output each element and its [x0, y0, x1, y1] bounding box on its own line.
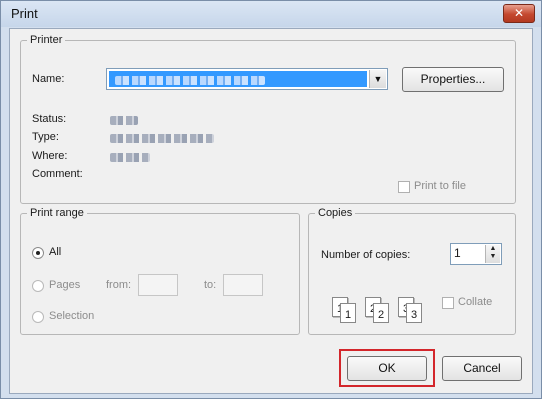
properties-button[interactable]: Properties... — [402, 67, 504, 92]
number-of-copies-value: 1 — [454, 246, 461, 260]
ok-button[interactable]: OK — [347, 356, 427, 381]
from-label: from: — [106, 279, 132, 291]
comment-label: Comment: — [32, 168, 83, 180]
to-page-input[interactable] — [223, 274, 263, 296]
selection-radio[interactable] — [32, 311, 44, 323]
cancel-button[interactable]: Cancel — [442, 356, 522, 381]
page-icon: 2 — [373, 303, 389, 323]
selection-label: Selection — [49, 310, 95, 322]
title-bar[interactable]: Print ✕ — [1, 1, 541, 27]
page-icon: 3 — [406, 303, 422, 323]
close-button[interactable]: ✕ — [503, 4, 535, 23]
printer-name-select[interactable]: ▼ — [106, 68, 388, 90]
status-value — [110, 116, 138, 125]
print-range-group-label: Print range — [30, 207, 84, 219]
pages-radio[interactable] — [32, 280, 44, 292]
dialog-title: Print — [11, 6, 38, 21]
pages-label: Pages — [49, 279, 81, 291]
status-label: Status: — [32, 113, 67, 125]
chevron-down-icon[interactable]: ▼ — [486, 253, 500, 261]
collate-checkbox[interactable] — [442, 297, 454, 309]
all-radio[interactable] — [32, 247, 44, 259]
name-label: Name: — [32, 73, 65, 85]
all-label: All — [49, 246, 62, 258]
dialog-body: Printer Name: ▼ Properties... Status: Ty… — [9, 28, 533, 394]
where-label: Where: — [32, 150, 68, 162]
chevron-up-icon[interactable]: ▲ — [486, 245, 500, 253]
print-dialog: Print ✕ Printer Name: ▼ Properties... St… — [0, 0, 542, 399]
printer-name-text — [115, 76, 265, 85]
page-icon: 1 — [340, 303, 356, 323]
where-value — [110, 153, 150, 162]
number-of-copies-spinner[interactable]: 1 ▲ ▼ — [450, 243, 502, 265]
print-to-file-checkbox[interactable] — [398, 181, 410, 193]
from-page-input[interactable] — [138, 274, 178, 296]
to-label: to: — [204, 279, 217, 291]
copies-group-label: Copies — [318, 207, 353, 219]
type-value — [110, 134, 214, 143]
printer-group-label: Printer — [30, 34, 63, 46]
chevron-down-icon[interactable]: ▼ — [369, 70, 386, 88]
print-to-file-label: Print to file — [414, 180, 466, 192]
collate-label: Collate — [458, 296, 493, 308]
printer-group: Printer — [20, 34, 516, 204]
close-icon: ✕ — [513, 6, 525, 20]
type-label: Type: — [32, 131, 59, 143]
spinner-buttons[interactable]: ▲ ▼ — [485, 245, 500, 263]
printer-name-selected-value — [109, 71, 367, 87]
number-of-copies-label: Number of copies: — [321, 249, 411, 261]
